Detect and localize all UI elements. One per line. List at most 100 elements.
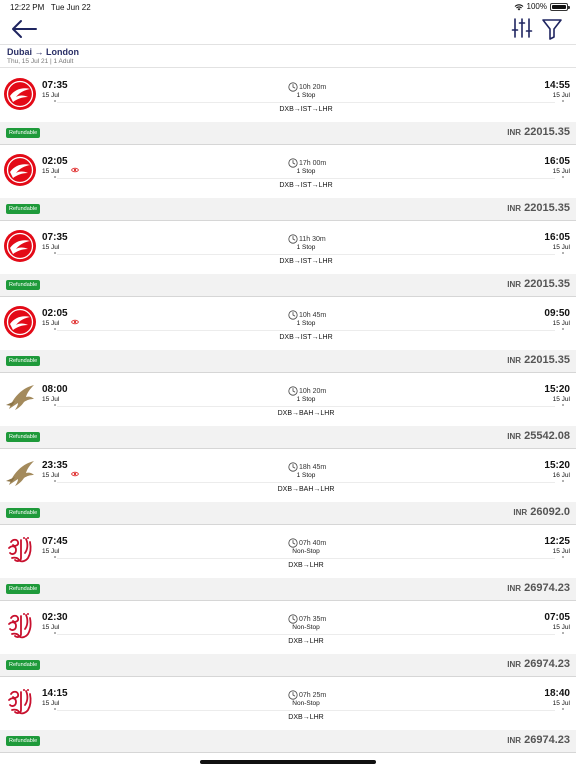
refundable-badge: Refundable <box>6 204 41 214</box>
arrival-time: 09:50 <box>544 308 570 319</box>
departure-time: 07:35 <box>42 232 68 243</box>
fare-price: INR 22015.35 <box>507 126 570 138</box>
card-footer: Refundable INR 26974.23 <box>0 654 576 676</box>
price-amount: 26974.23 <box>524 658 570 670</box>
departure-time: 14:15 <box>42 688 68 699</box>
arrival-date: 15 Jul <box>552 396 570 403</box>
price-amount: 22015.35 <box>524 278 570 290</box>
home-indicator <box>200 760 376 764</box>
wifi-icon <box>514 3 523 10</box>
departure-dot <box>54 100 56 102</box>
refundable-badge: Refundable <box>6 356 41 366</box>
route-codes: DXB→IST→LHR <box>279 106 333 113</box>
flight-card[interactable]: 07:35 15 Jul 10h 20m 1 Stop DXB→IST→LHR 14:55… <box>0 69 576 145</box>
clock-icon <box>288 462 298 472</box>
arrival-time: 16:05 <box>544 156 570 167</box>
flight-card[interactable]: 02:05 15 Jul 10h 45m 1 Stop DXB→IST→LHR 09:50… <box>0 297 576 373</box>
toolbar <box>0 14 576 44</box>
sort-sliders-icon[interactable] <box>510 16 534 40</box>
clock-icon <box>288 82 298 92</box>
price-amount: 22015.35 <box>524 202 570 214</box>
card-footer: Refundable INR 22015.35 <box>0 274 576 296</box>
currency-code: INR <box>507 128 522 137</box>
battery-icon <box>550 2 570 11</box>
departure-dot <box>54 176 56 178</box>
refundable-badge: Refundable <box>6 128 41 138</box>
departure-dot <box>54 328 56 330</box>
clock-icon <box>288 614 298 624</box>
flight-card[interactable]: 14:15 15 Jul 07h 25m Non-Stop DXB→LHR 18:40 15… <box>0 677 576 753</box>
arrival-date: 15 Jul <box>552 624 570 631</box>
flight-card[interactable]: 07:35 15 Jul 11h 30m 1 Stop DXB→IST→LHR 16:05… <box>0 221 576 297</box>
flight-card[interactable]: 08:00 15 Jul 10h 20m 1 Stop DXB→BAH→LHR 15:20… <box>0 373 576 449</box>
duration-text: 10h 45m <box>299 311 327 319</box>
stops-label: 1 Stop <box>296 168 316 175</box>
price-amount: 26092.0 <box>530 506 570 518</box>
fare-price: INR 26974.23 <box>507 582 570 594</box>
back-arrow-icon[interactable] <box>10 18 38 40</box>
clock-icon <box>288 690 298 700</box>
flight-card[interactable]: 07:45 15 Jul 07h 40m Non-Stop DXB→LHR 12:25 15… <box>0 525 576 601</box>
stops-label: Non-Stop <box>292 548 320 555</box>
route-codes: DXB→IST→LHR <box>279 182 333 189</box>
arrival-dot <box>562 556 564 558</box>
stops-label: Non-Stop <box>292 700 320 707</box>
viewed-eye-icon <box>71 160 79 173</box>
fare-price: INR 22015.35 <box>507 354 570 366</box>
duration-text: 17h 00m <box>299 159 327 167</box>
timeline-divider <box>57 406 555 407</box>
timeline-divider <box>57 710 555 711</box>
refundable-badge: Refundable <box>6 660 41 670</box>
flight-duration: 07h 35m <box>288 614 326 624</box>
clock-icon <box>288 538 298 548</box>
currency-code: INR <box>507 736 522 745</box>
fare-price: INR 22015.35 <box>507 278 570 290</box>
route-header: Dubai → London Thu, 15 Jul 21 | 1 Adult <box>0 44 576 68</box>
card-footer: Refundable INR 26974.23 <box>0 730 576 752</box>
refundable-badge: Refundable <box>6 736 41 746</box>
duration-text: 07h 35m <box>299 615 327 623</box>
currency-code: INR <box>507 356 522 365</box>
currency-code: INR <box>507 204 522 213</box>
departure-dot <box>54 252 56 254</box>
duration-text: 07h 25m <box>299 691 327 699</box>
timeline-divider <box>57 482 555 483</box>
departure-dot <box>54 632 56 634</box>
departure-time: 02:30 <box>42 612 68 623</box>
flight-card[interactable]: 02:05 15 Jul 17h 00m 1 Stop DXB→IST→LHR 16:05… <box>0 145 576 221</box>
route-codes: DXB→LHR <box>288 638 324 645</box>
duration-text: 10h 20m <box>299 387 327 395</box>
flight-duration: 18h 45m <box>288 462 326 472</box>
timeline-divider <box>57 330 555 331</box>
price-amount: 22015.35 <box>524 126 570 138</box>
price-amount: 26974.23 <box>524 734 570 746</box>
timeline-divider <box>57 634 555 635</box>
currency-code: INR <box>507 660 522 669</box>
flight-duration: 07h 25m <box>288 690 326 700</box>
departure-time: 08:00 <box>42 384 68 395</box>
departure-time: 02:05 <box>42 156 68 167</box>
card-footer: Refundable INR 25542.08 <box>0 426 576 448</box>
duration-text: 11h 30m <box>299 235 326 243</box>
clock-icon <box>288 234 298 244</box>
stops-label: 1 Stop <box>296 396 316 403</box>
refundable-badge: Refundable <box>6 508 41 518</box>
currency-code: INR <box>507 432 522 441</box>
flight-duration: 11h 30m <box>288 234 326 244</box>
filter-funnel-icon[interactable] <box>541 17 563 41</box>
duration-text: 07h 40m <box>299 539 327 547</box>
stops-label: 1 Stop <box>296 92 316 99</box>
flight-list: 07:35 15 Jul 10h 20m 1 Stop DXB→IST→LHR 14:55… <box>0 69 576 753</box>
timeline-divider <box>57 558 555 559</box>
flight-duration: 07h 40m <box>288 538 326 548</box>
price-amount: 25542.08 <box>524 430 570 442</box>
fare-price: INR 25542.08 <box>507 430 570 442</box>
flight-duration: 10h 20m <box>288 386 326 396</box>
departure-time: 07:45 <box>42 536 68 547</box>
arrival-dot <box>562 632 564 634</box>
flight-card[interactable]: 02:30 15 Jul 07h 35m Non-Stop DXB→LHR 07:05 15… <box>0 601 576 677</box>
flight-card[interactable]: 23:35 15 Jul 18h 45m 1 Stop DXB→BAH→LHR 15:20… <box>0 449 576 525</box>
price-amount: 26974.23 <box>524 582 570 594</box>
timeline-divider <box>57 102 555 103</box>
flight-duration: 17h 00m <box>288 158 326 168</box>
